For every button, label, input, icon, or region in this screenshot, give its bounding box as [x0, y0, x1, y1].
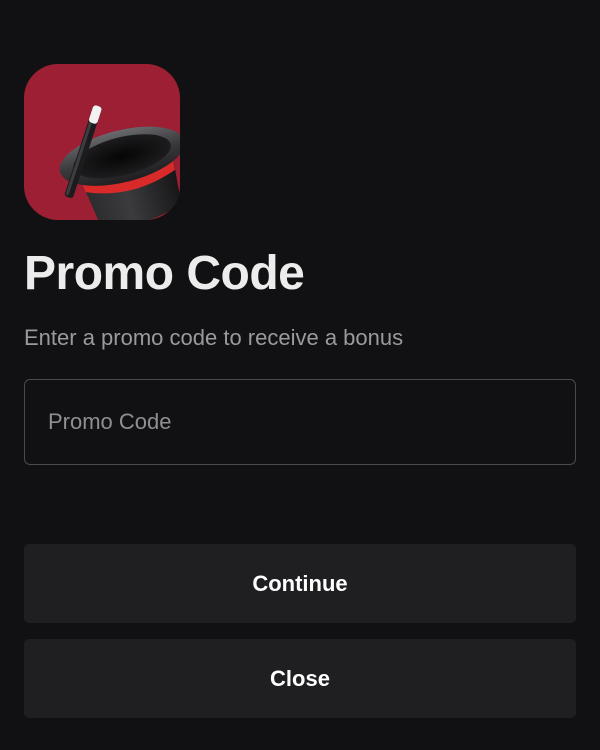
promo-code-input[interactable] — [24, 379, 576, 465]
page-title: Promo Code — [24, 247, 305, 300]
promo-code-screen: Promo Code Enter a promo code to receive… — [0, 0, 600, 750]
page-subtitle: Enter a promo code to receive a bonus — [24, 325, 404, 350]
continue-button[interactable]: Continue — [24, 544, 576, 623]
app-icon — [24, 64, 180, 220]
magic-hat-wand-icon — [59, 105, 180, 220]
close-button[interactable]: Close — [24, 639, 576, 718]
